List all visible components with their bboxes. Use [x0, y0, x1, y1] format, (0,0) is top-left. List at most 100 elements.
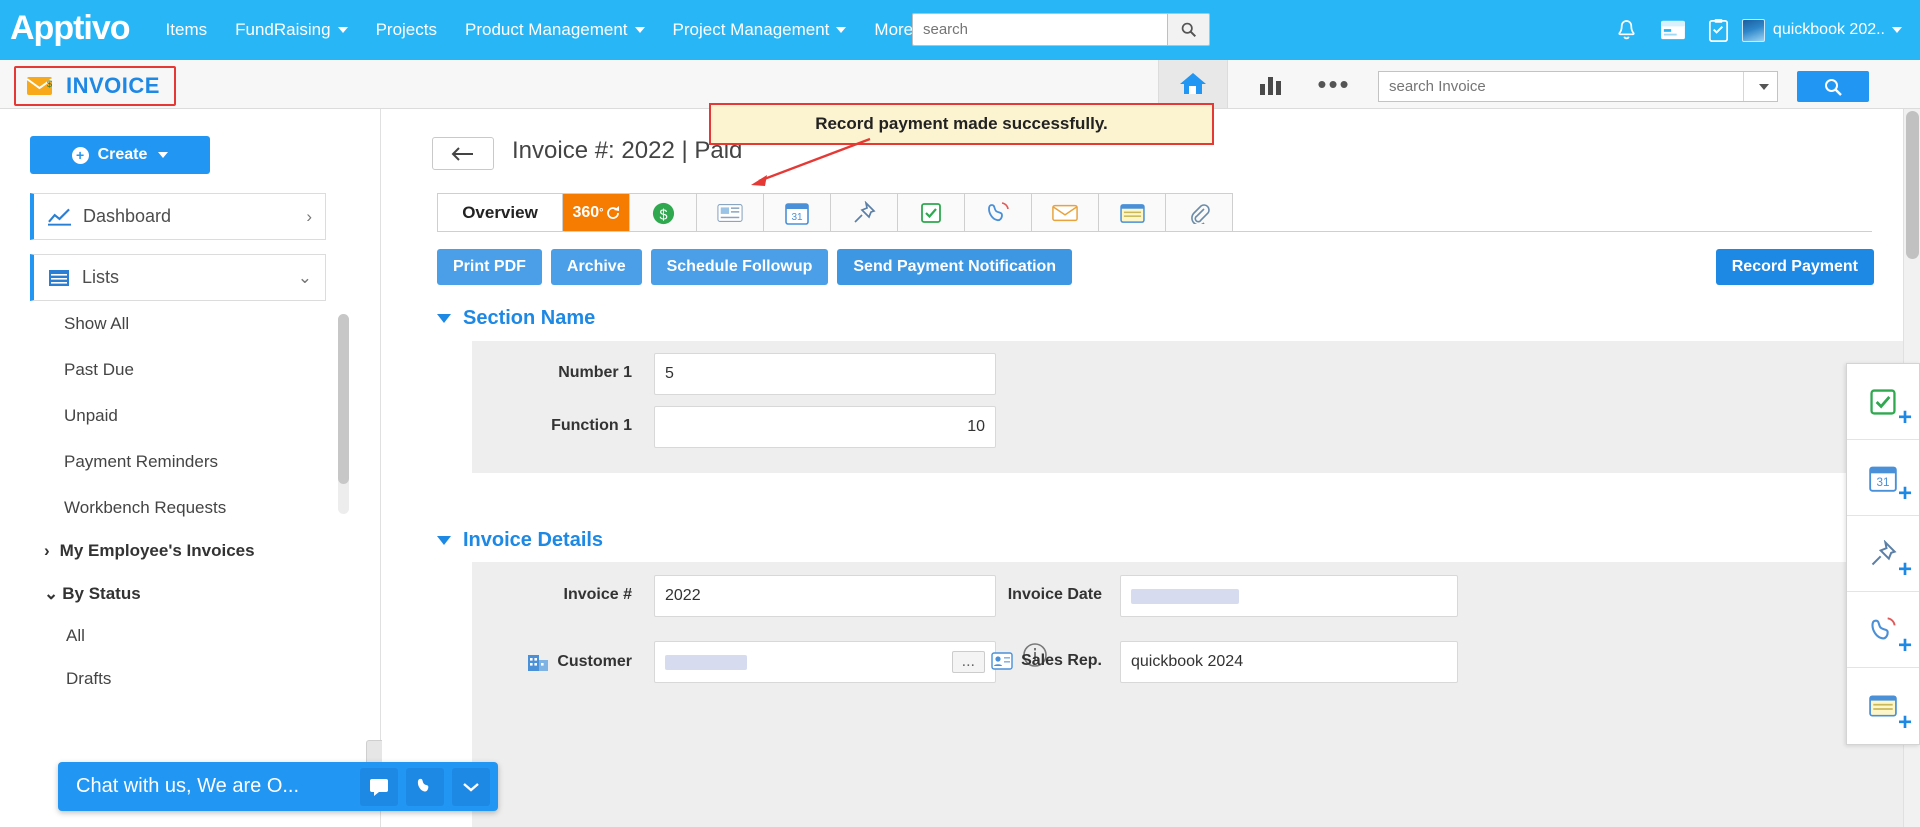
section-header-invoice-details[interactable]: Invoice Details: [437, 529, 603, 552]
sidebar-item-payment-reminders[interactable]: Payment Reminders: [30, 443, 326, 481]
sidebar-item-unpaid[interactable]: Unpaid: [30, 397, 326, 435]
nav-item-items[interactable]: Items: [152, 0, 222, 60]
sidebar-item-drafts[interactable]: Drafts: [30, 660, 326, 698]
sidebar-vertical-scrollbar[interactable]: [338, 314, 349, 514]
quick-add-call[interactable]: +: [1847, 592, 1919, 668]
customer-icon: [528, 655, 549, 671]
tab-news[interactable]: [696, 193, 764, 232]
money-icon: $: [652, 202, 674, 224]
tab-notes[interactable]: [1098, 193, 1166, 232]
quick-add-task[interactable]: +: [1847, 364, 1919, 440]
section-title: Invoice Details: [463, 529, 604, 551]
bell-icon: [1618, 19, 1636, 39]
more-options-button[interactable]: •••: [1310, 69, 1358, 99]
chat-collapse-button[interactable]: [452, 767, 490, 806]
pin-icon: [854, 201, 876, 223]
tab-calls[interactable]: [964, 193, 1032, 232]
object-search-input[interactable]: [1379, 72, 1743, 101]
chat-widget[interactable]: Chat with us, We are O...: [58, 762, 498, 811]
email-icon: [1052, 204, 1078, 222]
nav-item-product-management[interactable]: Product Management: [451, 0, 659, 60]
record-tabs: Overview 360 ° $ 31: [437, 193, 1233, 232]
send-payment-notification-button[interactable]: Send Payment Notification: [837, 249, 1073, 285]
field-label-number-1: Number 1: [558, 364, 632, 381]
sidebar-item-show-all[interactable]: Show All: [30, 305, 326, 343]
chat-call-button[interactable]: [406, 767, 444, 806]
schedule-followup-button[interactable]: Schedule Followup: [650, 249, 829, 285]
back-button[interactable]: [432, 137, 494, 170]
page-title: Invoice #: 2022 | Paid: [512, 137, 743, 164]
field-value-sales-rep[interactable]: quickbook 2024: [1120, 641, 1458, 683]
scrollbar-thumb[interactable]: [1906, 111, 1919, 259]
tab-overview[interactable]: Overview: [437, 193, 563, 232]
object-search-button[interactable]: [1797, 71, 1869, 102]
quick-add-event[interactable]: 31 +: [1847, 440, 1919, 516]
tab-360-view[interactable]: 360 °: [562, 193, 630, 232]
scrollbar-thumb[interactable]: [338, 314, 349, 484]
chevron-down-icon: [437, 536, 451, 545]
search-button[interactable]: [1167, 13, 1210, 46]
field-value-customer[interactable]: ...: [654, 641, 996, 683]
refresh-icon: [606, 206, 619, 219]
tab-tasks[interactable]: [897, 193, 965, 232]
nav-item-fundraising[interactable]: FundRaising: [221, 0, 361, 60]
task-check-icon: [1870, 388, 1896, 415]
field-label-text: Customer: [557, 653, 632, 670]
home-tab[interactable]: [1158, 60, 1228, 108]
tab-followups[interactable]: [830, 193, 898, 232]
tabs-divider: [437, 231, 1872, 232]
chevron-right-icon: ›: [44, 541, 50, 560]
success-toast: Record payment made successfully.: [709, 103, 1214, 145]
nav-label: More: [874, 20, 914, 39]
calendar-card-button[interactable]: [1650, 0, 1696, 60]
tab-calendar[interactable]: 31: [763, 193, 831, 232]
tab-payments[interactable]: $: [629, 193, 697, 232]
create-button[interactable]: + Create: [30, 136, 210, 174]
record-payment-button[interactable]: Record Payment: [1715, 249, 1874, 285]
search-input[interactable]: [912, 13, 1167, 46]
avatar: [1741, 18, 1765, 42]
create-label: Create: [97, 146, 148, 163]
dashboard-chart-icon: [48, 208, 71, 226]
tab-attachments[interactable]: [1165, 193, 1233, 232]
user-menu[interactable]: quickbook 202..: [1741, 18, 1906, 42]
degree-symbol: °: [599, 207, 604, 219]
nav-item-projects[interactable]: Projects: [362, 0, 451, 60]
list-grid-icon: [49, 269, 69, 286]
field-value-invoice-date[interactable]: [1120, 575, 1458, 617]
sidebar-item-workbench-requests[interactable]: Workbench Requests: [30, 489, 326, 527]
plus-icon: +: [1897, 404, 1912, 431]
sidebar-item-by-status[interactable]: ⌄ By Status: [30, 575, 326, 613]
sidebar-item-dashboard[interactable]: Dashboard ›: [30, 193, 326, 240]
quick-add-note[interactable]: +: [1847, 668, 1919, 744]
reports-button[interactable]: [1248, 70, 1296, 100]
notifications-button[interactable]: [1604, 0, 1650, 60]
print-pdf-button[interactable]: Print PDF: [437, 249, 542, 285]
field-value-invoice-number[interactable]: 2022: [654, 575, 996, 617]
tab-emails[interactable]: [1031, 193, 1099, 232]
quick-add-followup[interactable]: +: [1847, 516, 1919, 592]
field-value-function-1[interactable]: 10: [654, 406, 996, 448]
object-search-dropdown[interactable]: [1743, 72, 1777, 101]
redacted-value: [665, 654, 747, 670]
sidebar-item-lists[interactable]: Lists ⌄: [30, 254, 326, 301]
sidebar-label: Unpaid: [64, 406, 118, 425]
archive-button[interactable]: Archive: [550, 249, 642, 285]
app-title-highlight[interactable]: $ INVOICE: [14, 66, 176, 106]
apptivo-logo[interactable]: Apptivo: [10, 9, 131, 48]
nav-label: Items: [165, 20, 208, 39]
sidebar-item-all[interactable]: All: [30, 617, 326, 655]
svg-text:31: 31: [1877, 476, 1890, 489]
sidebar-item-my-employees-invoices[interactable]: › My Employee's Invoices: [30, 532, 326, 570]
invoice-icon: $: [26, 77, 53, 95]
salesrep-icon: [991, 652, 1013, 670]
sidebar-item-past-due[interactable]: Past Due: [30, 351, 326, 389]
app-window: Apptivo Items FundRaising Projects Produ…: [0, 0, 1920, 827]
main-content: Invoice #: 2022 | Paid Overview 360° $: [382, 109, 1920, 827]
nav-item-project-management[interactable]: Project Management: [659, 0, 861, 60]
tasks-button[interactable]: [1696, 0, 1742, 60]
field-value-number-1[interactable]: 5: [654, 353, 996, 395]
chat-label: Chat with us, We are O...: [76, 775, 300, 797]
chat-open-button[interactable]: [360, 767, 398, 806]
section-header-section-name[interactable]: Section Name: [437, 307, 595, 330]
